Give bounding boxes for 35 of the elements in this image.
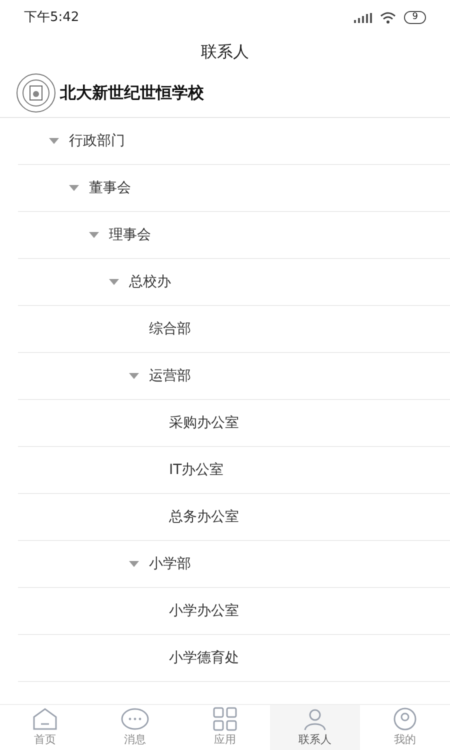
tree-item[interactable]: IT办公室: [169, 460, 224, 480]
school-logo-icon: [16, 72, 56, 112]
person-icon: [302, 706, 328, 731]
tree-item[interactable]: 理事会: [109, 224, 151, 246]
wifi-icon: [380, 12, 396, 24]
tree-item[interactable]: 总务办公室: [169, 506, 239, 528]
tab-bar-item[interactable]: 应用: [180, 705, 270, 750]
caret-icon[interactable]: [128, 372, 140, 380]
tree-item[interactable]: 行政部门: [69, 130, 125, 152]
tree-item[interactable]: 运营部: [149, 366, 191, 386]
grid-icon: [212, 706, 238, 731]
organization-name: 北大新世纪世恒学校: [60, 82, 204, 104]
tree-item[interactable]: 小学德育处: [169, 648, 239, 668]
caret-icon[interactable]: [48, 137, 60, 145]
tree-item[interactable]: 综合部: [149, 318, 191, 340]
caret-icon[interactable]: [108, 278, 120, 286]
tree-item[interactable]: 小学办公室: [169, 600, 239, 622]
page-title: 联系人: [201, 40, 249, 62]
signal-icon: [354, 12, 372, 22]
tree-item[interactable]: 董事会: [89, 178, 131, 198]
tab-bar-item[interactable]: 我的: [360, 705, 450, 750]
caret-icon[interactable]: [68, 184, 80, 192]
battery-indicator: 9: [404, 11, 426, 24]
tree-item[interactable]: 采购办公室: [169, 412, 239, 434]
home-icon: [32, 706, 58, 731]
tree-item[interactable]: 小学部: [149, 554, 191, 574]
status-time: 下午5:42: [24, 8, 80, 27]
tab-bar-item[interactable]: 联系人: [270, 705, 360, 750]
tab-bar-item[interactable]: 首页: [0, 705, 90, 750]
tree-item[interactable]: 总校办: [129, 272, 171, 292]
caret-icon[interactable]: [88, 231, 100, 239]
tab-bar-item[interactable]: 消息: [90, 705, 180, 750]
user-circle-icon: [392, 706, 418, 731]
chat-bubble-icon: [120, 706, 150, 731]
caret-icon[interactable]: [128, 560, 140, 568]
